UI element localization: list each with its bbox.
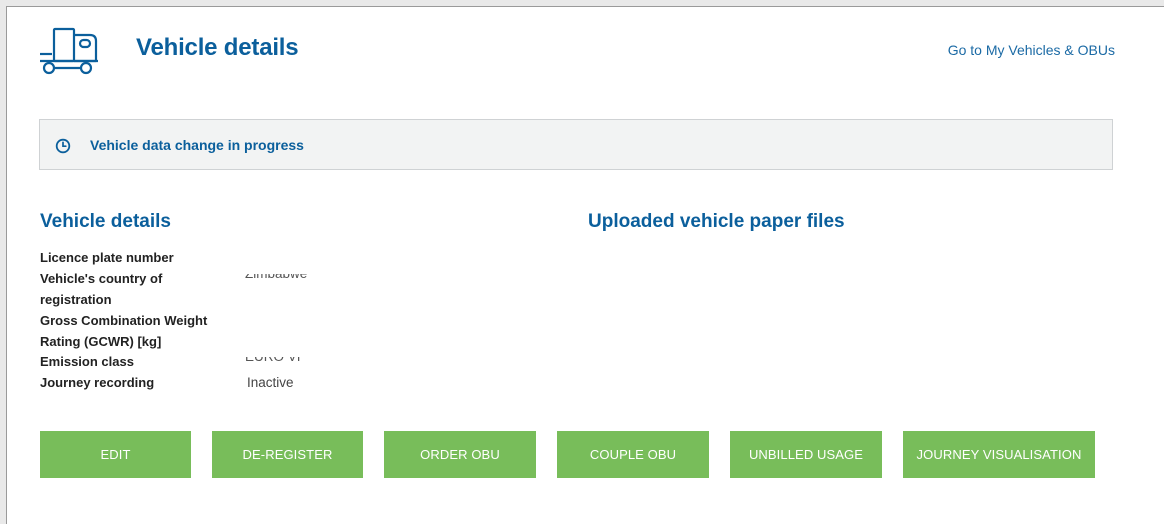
uploaded-files-heading: Uploaded vehicle paper files: [588, 211, 845, 232]
journey-recording-value: Inactive: [247, 375, 294, 390]
status-notice: Vehicle data change in progress: [39, 119, 1113, 170]
journey-recording-label: Journey recording: [40, 375, 155, 390]
gcwr-label: Gross Combination Weight Rating (GCWR) […: [40, 313, 208, 349]
notice-text: Vehicle data change in progress: [90, 137, 304, 153]
emission-class-label: Emission class: [40, 354, 134, 369]
country-label: Vehicle's country of registration: [40, 271, 163, 307]
page-title: Vehicle details: [136, 34, 299, 61]
frame-border-left: [6, 6, 7, 524]
edit-button[interactable]: EDIT: [40, 431, 191, 478]
journey-visualisation-button[interactable]: JOURNEY VISUALISATION: [903, 431, 1095, 478]
deregister-button[interactable]: DE-REGISTER: [212, 431, 363, 478]
unbilled-usage-button[interactable]: UNBILLED USAGE: [730, 431, 882, 478]
vehicle-details-heading: Vehicle details: [40, 211, 171, 232]
truck-icon: [38, 26, 100, 78]
emission-class-value: EURO VI: [245, 357, 301, 370]
clock-icon: [55, 138, 71, 154]
my-vehicles-link[interactable]: Go to My Vehicles & OBUs: [948, 42, 1115, 58]
licence-plate-label: Licence plate number: [40, 250, 174, 265]
frame-border-top: [6, 6, 1164, 7]
couple-obu-button[interactable]: COUPLE OBU: [557, 431, 709, 478]
order-obu-button[interactable]: ORDER OBU: [384, 431, 536, 478]
country-value: Zimbabwe: [245, 274, 307, 287]
